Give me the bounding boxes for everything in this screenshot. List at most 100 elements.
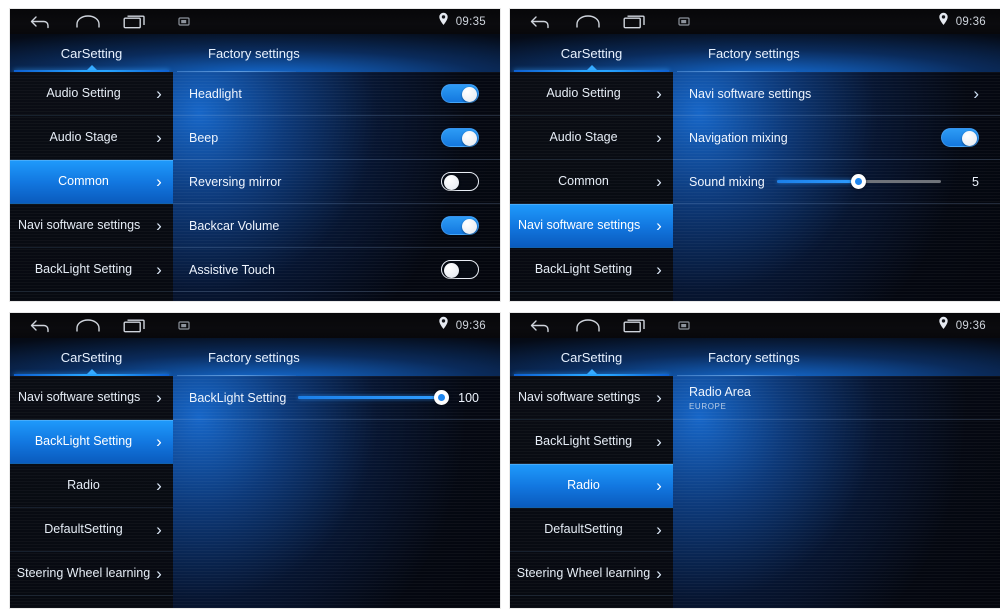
back-icon[interactable] (516, 9, 564, 34)
toggle-switch-backcar-volume[interactable] (441, 216, 479, 235)
sidebar-item-backlight-setting[interactable]: BackLight Setting › (10, 248, 173, 292)
chevron-right-icon: › (656, 260, 662, 279)
status-bar: 09:36 (510, 313, 1000, 338)
tab-carsetting[interactable]: CarSetting (10, 34, 173, 72)
panel-4: 09:36 CarSetting Factory settings Navi soft… (510, 313, 1000, 608)
toggle-switch-reversing-mirror[interactable] (441, 172, 479, 191)
setting-label: Backcar Volume (189, 218, 280, 233)
sidebar-item-navi-software-settings[interactable]: Navi software settings › (10, 376, 173, 420)
sidebar-item-defaultsetting[interactable]: DefaultSetting › (510, 508, 673, 552)
tab-factory-settings[interactable]: Factory settings (673, 338, 800, 376)
sidebar-item-label: Common (58, 174, 109, 188)
setting-row-navigation-mixing[interactable]: Navigation mixing (673, 116, 1000, 160)
toggle-knob (443, 262, 459, 278)
sidebar-item-audio-stage[interactable]: Audio Stage › (510, 116, 673, 160)
screenshot-icon[interactable] (660, 313, 708, 338)
slider-thumb[interactable] (433, 390, 449, 405)
tab-bar: CarSetting Factory settings (10, 338, 500, 376)
setting-row-backlight-setting[interactable]: BackLight Setting 100 (173, 376, 500, 420)
chevron-right-icon: › (656, 172, 662, 191)
tab-label: CarSetting (60, 349, 123, 365)
screenshot-icon[interactable] (160, 313, 208, 338)
setting-row-radio-area[interactable]: Radio Area EUROPE (673, 376, 1000, 420)
status-clock: 09:35 (455, 15, 486, 28)
setting-row-assistive-touch[interactable]: Assistive Touch (173, 248, 500, 292)
sidebar-item-label: BackLight Setting (34, 434, 133, 448)
toggle-switch-assistive-touch[interactable] (441, 260, 479, 279)
sidebar-item-navi-software-settings[interactable]: Navi software settings › (510, 376, 673, 420)
navigation-bar (10, 9, 208, 34)
tab-carsetting[interactable]: CarSetting (10, 338, 173, 376)
recents-icon[interactable] (112, 9, 160, 34)
sidebar-item-navi-software-settings[interactable]: Navi software settings › (10, 204, 173, 248)
navigation-bar (510, 313, 708, 338)
sidebar-item-steering-wheel-learning[interactable]: Steering Wheel learning › (10, 552, 173, 596)
screenshot-icon[interactable] (660, 9, 708, 34)
home-icon[interactable] (564, 313, 612, 338)
tab-carsetting[interactable]: CarSetting (510, 338, 673, 376)
setting-label: Assistive Touch (189, 262, 275, 277)
tab-factory-settings[interactable]: Factory settings (173, 34, 300, 72)
panel-3: 09:36 CarSetting Factory settings Navi soft… (10, 313, 500, 608)
status-bar: 09:36 (510, 9, 1000, 34)
toggle-switch-beep[interactable] (441, 128, 479, 147)
recents-icon[interactable] (612, 313, 660, 338)
sidebar-item-navi-software-settings[interactable]: Navi software settings › (510, 204, 673, 248)
panel-1: 09:35 CarSetting Factory settings Audio Set… (10, 9, 500, 301)
sidebar-item-common[interactable]: Common › (510, 160, 673, 204)
tab-caret-icon (586, 369, 597, 374)
tab-carsetting[interactable]: CarSetting (510, 34, 673, 72)
recents-icon[interactable] (612, 9, 660, 34)
tab-factory-settings[interactable]: Factory settings (173, 338, 300, 376)
sidebar-item-audio-stage[interactable]: Audio Stage › (10, 116, 173, 160)
home-icon[interactable] (64, 9, 112, 34)
slider-track (298, 390, 449, 405)
sidebar-item-backlight-setting[interactable]: BackLight Setting › (510, 248, 673, 292)
chevron-right-icon: › (156, 172, 162, 191)
back-icon[interactable] (516, 313, 564, 338)
sidebar-item-audio-setting[interactable]: Audio Setting › (10, 72, 173, 116)
sidebar-item-backlight-setting[interactable]: BackLight Setting › (510, 420, 673, 464)
location-pin-icon (438, 316, 449, 335)
sidebar-item-steering-wheel-learning[interactable]: Steering Wheel learning › (510, 552, 673, 596)
toggle-switch-headlight[interactable] (441, 84, 479, 103)
back-icon[interactable] (16, 9, 64, 34)
setting-row-headlight[interactable]: Headlight (173, 72, 500, 116)
setting-row-beep[interactable]: Beep (173, 116, 500, 160)
toggle-switch-navigation-mixing[interactable] (941, 128, 979, 147)
setting-row-backcar-volume[interactable]: Backcar Volume (173, 204, 500, 248)
back-icon[interactable] (16, 313, 64, 338)
setting-row-navi-software-settings[interactable]: Navi software settings › (673, 72, 1000, 116)
panel-body: Audio Setting › Audio Stage › Common › Navi so… (510, 72, 1000, 301)
chevron-right-icon: › (656, 84, 662, 103)
recents-icon[interactable] (112, 313, 160, 338)
tab-bar: CarSetting Factory settings (510, 34, 1000, 72)
sidebar-item-radio[interactable]: Radio › (10, 464, 173, 508)
location-pin-icon (938, 12, 949, 31)
sidebar-item-common[interactable]: Common › (10, 160, 173, 204)
tab-label: Factory settings (208, 349, 300, 365)
slider-sound-mixing[interactable] (776, 172, 941, 192)
slider-thumb[interactable] (851, 174, 867, 189)
screenshot-icon[interactable] (160, 9, 208, 34)
home-icon[interactable] (564, 9, 612, 34)
sidebar-item-defaultsetting[interactable]: DefaultSetting › (10, 508, 173, 552)
chevron-right-icon: › (656, 388, 662, 407)
slider-backlight-setting[interactable] (298, 388, 449, 408)
slider-value: 100 (458, 390, 479, 405)
setting-row-sound-mixing[interactable]: Sound mixing 5 (673, 160, 1000, 204)
chevron-right-icon: › (656, 520, 662, 539)
tab-factory-settings[interactable]: Factory settings (673, 34, 800, 72)
home-icon[interactable] (64, 313, 112, 338)
setting-label: BackLight Setting (189, 390, 287, 405)
tab-label: CarSetting (560, 45, 623, 61)
sidebar-item-backlight-setting[interactable]: BackLight Setting › (10, 420, 173, 464)
sidebar: Navi software settings › BackLight Setting… (10, 376, 173, 608)
chevron-right-icon: › (156, 216, 162, 235)
sidebar-item-audio-setting[interactable]: Audio Setting › (510, 72, 673, 116)
setting-row-reversing-mirror[interactable]: Reversing mirror (173, 160, 500, 204)
setting-label: Beep (189, 130, 219, 145)
sidebar-item-label: DefaultSetting (544, 522, 623, 536)
sidebar-item-radio[interactable]: Radio › (510, 464, 673, 508)
toggle-knob (461, 130, 477, 146)
